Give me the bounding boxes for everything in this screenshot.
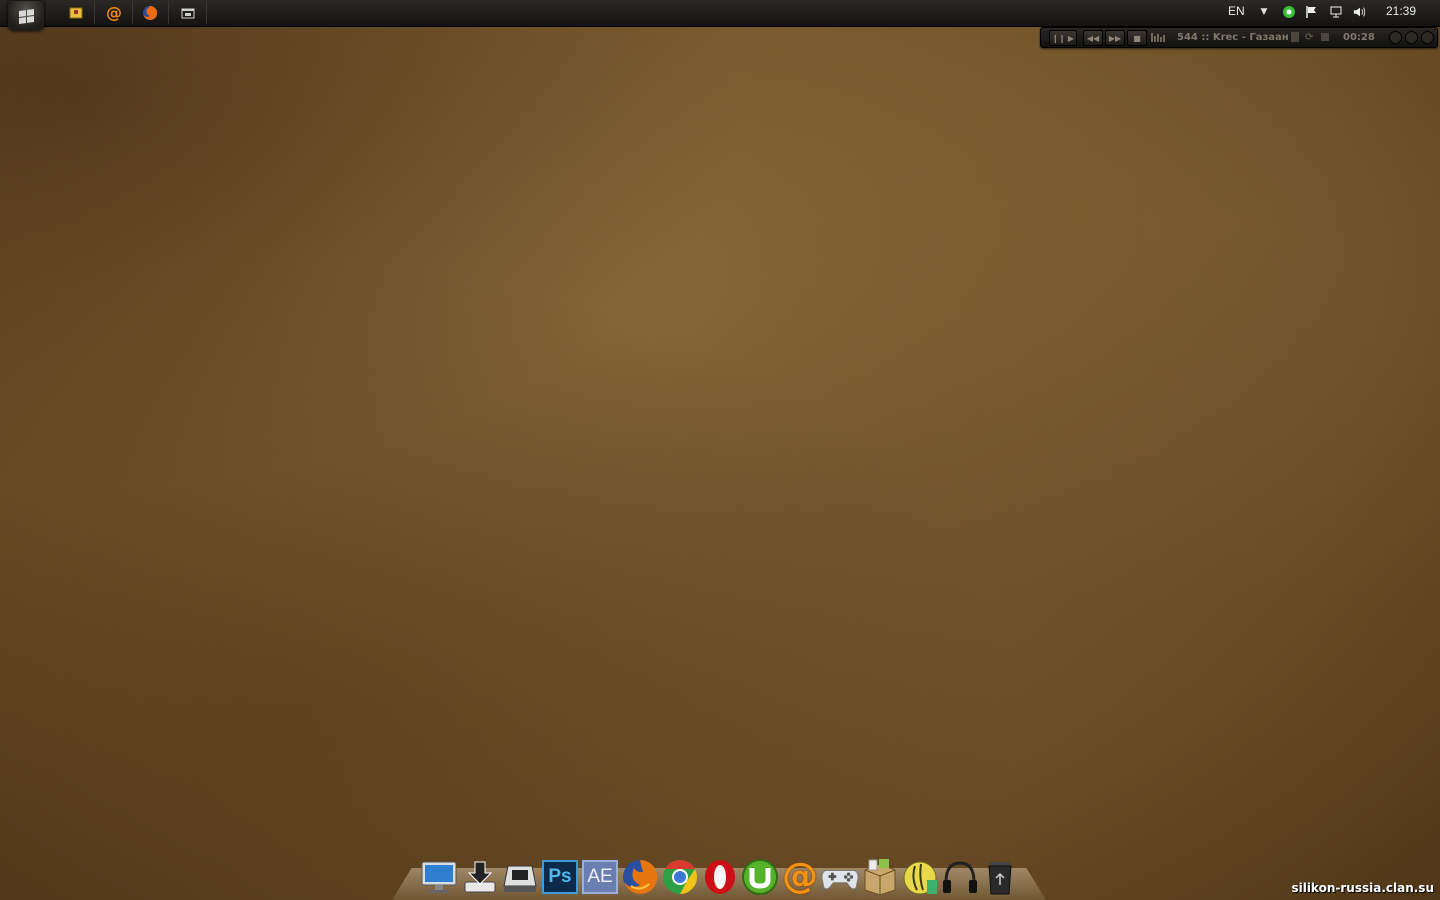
track-title: 544 :: Krec - Газаан (1177, 32, 1289, 43)
after-effects-icon: AE (582, 860, 618, 894)
quick-launch-archive[interactable] (58, 1, 95, 24)
stop-button[interactable]: ■ (1127, 30, 1147, 46)
quick-launch-mail-agent[interactable]: @ (96, 1, 133, 24)
stop-icon: ■ (1133, 33, 1141, 43)
media-player-bar: ❙❙ ▶ ◀◀ ▶▶ ■ 544 :: Krec - Газаан ⟳ 00:2… (1040, 27, 1438, 48)
photoshop-icon: Ps (542, 860, 578, 894)
archive-icon (69, 7, 83, 18)
opera-icon (705, 860, 735, 894)
explorer-window-icon (181, 8, 195, 18)
language-indicator[interactable]: EN (1228, 4, 1245, 18)
track-time: 00:28 (1343, 32, 1375, 43)
tray-expand-chevron-icon[interactable]: ▼ (1257, 5, 1271, 19)
after-effects-label: AE (587, 866, 613, 887)
mail-agent-icon: @ (106, 3, 122, 22)
start-button[interactable] (8, 1, 44, 31)
downloads-icon (464, 861, 496, 893)
dock-item-after-effects[interactable]: AE (581, 858, 619, 896)
equalizer-icon (1151, 32, 1165, 42)
watermark: silikon-russia.clan.su (1291, 881, 1434, 895)
fast-forward-icon: ▶▶ (1108, 33, 1122, 43)
settings-button[interactable] (1405, 31, 1418, 44)
headphones-icon (943, 861, 977, 893)
volume-icon[interactable] (1353, 5, 1367, 19)
dock-item-fl-studio[interactable] (901, 858, 939, 896)
windows-logo-icon (18, 8, 34, 24)
icq-status-icon[interactable] (1282, 5, 1296, 19)
minimize-button[interactable] (1389, 31, 1402, 44)
dock-item-photoshop[interactable]: Ps (541, 858, 579, 896)
photoshop-label: Ps (548, 866, 572, 887)
firefox-icon (143, 5, 158, 20)
dock-item-mail-agent[interactable]: @ (781, 858, 819, 896)
dock-item-gamepad[interactable] (821, 858, 859, 896)
box-icon (864, 859, 896, 896)
dock-item-firefox[interactable] (621, 858, 659, 896)
dock-item-headphones[interactable] (941, 858, 979, 896)
previous-button[interactable]: ◀◀ (1083, 30, 1103, 46)
fl-studio-icon (903, 861, 937, 895)
drive-icon (503, 865, 537, 892)
lock-icon[interactable] (1321, 33, 1329, 41)
action-center-flag-icon[interactable] (1305, 5, 1319, 19)
taskbar: @ EN ▼ 21:39 (0, 0, 1440, 31)
dock-item-my-computer[interactable] (420, 858, 458, 896)
quick-launch-explorer[interactable] (170, 1, 207, 24)
recycle-bin-icon (988, 862, 1012, 895)
playlist-icon[interactable] (1291, 32, 1299, 42)
rewind-icon: ◀◀ (1086, 33, 1100, 43)
my-computer-icon (421, 861, 457, 893)
wallpaper (0, 0, 1440, 900)
dock-item-drive[interactable] (501, 858, 539, 896)
close-button[interactable] (1421, 31, 1434, 44)
mail-agent-icon: @ (782, 856, 818, 897)
play-pause-button[interactable]: ❙❙ ▶ (1049, 30, 1077, 46)
play-icon: ❙❙ ▶ (1051, 33, 1075, 43)
chrome-icon (663, 860, 697, 894)
dock-item-chrome[interactable] (661, 858, 699, 896)
network-icon[interactable] (1329, 5, 1343, 19)
dock-item-opera[interactable] (701, 858, 739, 896)
dock-item-recycle-bin[interactable] (981, 858, 1019, 896)
repeat-icon[interactable]: ⟳ (1305, 32, 1313, 43)
quick-launch-firefox[interactable] (132, 1, 169, 24)
dock-item-downloads[interactable] (461, 858, 499, 896)
dock-item-box[interactable] (861, 858, 899, 896)
utorrent-icon (742, 859, 778, 895)
gamepad-icon (821, 869, 859, 890)
dock-item-utorrent[interactable] (741, 858, 779, 896)
next-button[interactable]: ▶▶ (1105, 30, 1125, 46)
clock[interactable]: 21:39 (1386, 4, 1416, 18)
firefox-icon (623, 859, 658, 894)
